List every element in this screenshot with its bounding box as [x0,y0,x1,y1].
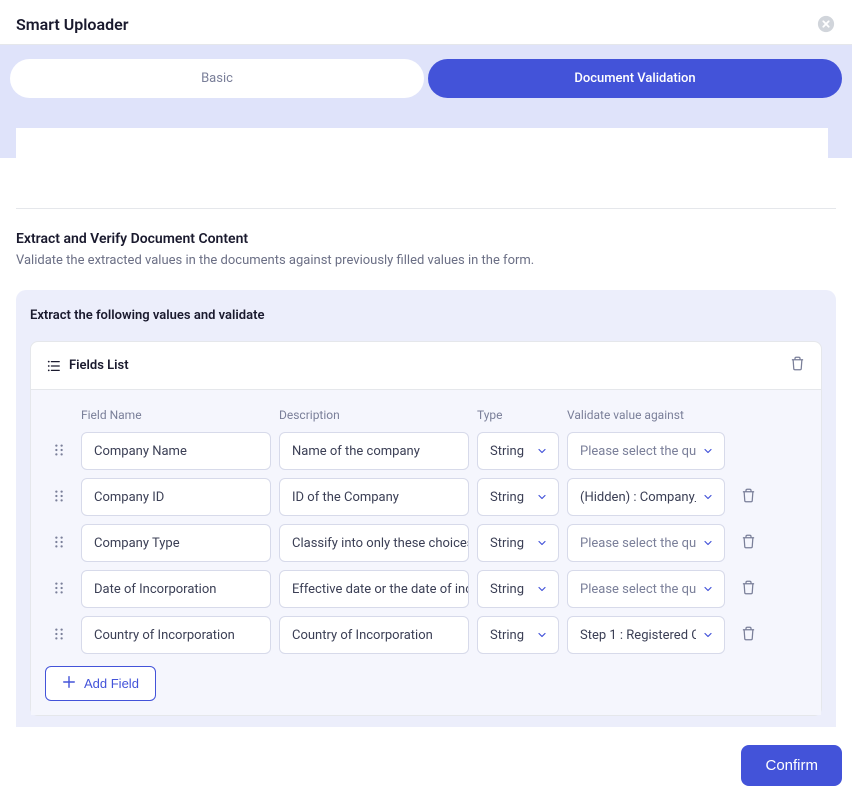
section-desc: Validate the extracted values in the doc… [16,253,836,268]
fields-card-title: Fields List [69,358,129,373]
section-title: Extract and Verify Document Content [16,231,836,247]
validate-select[interactable]: Please select the question [567,524,725,562]
validate-select[interactable]: (Hidden) : Company_ID [567,478,725,516]
drag-icon [54,488,64,507]
field-row: Country of IncorporationCountry of Incor… [45,616,807,654]
divider [16,208,836,209]
fields-card-header: Fields List [31,342,821,390]
field-name-input[interactable]: Company ID [81,478,271,516]
trash-icon [790,356,805,375]
field-name-input[interactable]: Company Type [81,524,271,562]
drag-handle[interactable] [45,580,73,599]
close-button[interactable] [816,14,836,34]
trash-icon [741,488,756,507]
field-row: Company IDID of the CompanyString(Hidden… [45,478,807,516]
add-field-button[interactable]: Add Field [45,666,156,701]
type-select[interactable]: String [477,432,559,470]
list-icon [47,359,61,373]
plus-icon [62,675,76,692]
delete-fields-card-button[interactable] [790,356,805,375]
drag-handle[interactable] [45,626,73,645]
dialog-title: Smart Uploader [16,15,128,34]
panel-title: Extract the following values and validat… [30,308,822,323]
drag-handle[interactable] [45,488,73,507]
col-type: Type [477,408,559,422]
col-field-name: Field Name [81,408,271,422]
drag-handle[interactable] [45,534,73,553]
delete-row-button[interactable] [733,534,763,553]
type-select[interactable]: String [477,524,559,562]
main-content: Extract and Verify Document Content Vali… [0,158,852,802]
validate-select[interactable]: Step 1 : Registered Country [567,616,725,654]
description-input[interactable]: Classify into only these choices [279,524,469,562]
type-select[interactable]: String [477,478,559,516]
field-name-input[interactable]: Country of Incorporation [81,616,271,654]
drag-icon [54,626,64,645]
col-validate: Validate value against [567,408,725,422]
tab-bar: Basic Document Validation [0,45,852,158]
trash-icon [741,534,756,553]
tabs: Basic Document Validation [10,59,842,98]
add-field-label: Add Field [84,676,139,691]
delete-row-button[interactable] [733,626,763,645]
trash-icon [741,580,756,599]
drag-icon [54,534,64,553]
description-input[interactable]: Country of Incorporation [279,616,469,654]
fields-card-header-left: Fields List [47,358,790,373]
type-select[interactable]: String [477,616,559,654]
delete-row-button[interactable] [733,488,763,507]
fields-card-body: Field Name Description Type Validate val… [31,390,821,715]
close-icon [817,15,835,33]
field-row: Company TypeClassify into only these cho… [45,524,807,562]
dialog-header: Smart Uploader [0,0,852,45]
drag-icon [54,580,64,599]
description-input[interactable]: Effective date or the date of incorporat… [279,570,469,608]
grid-header: Field Name Description Type Validate val… [45,404,807,432]
description-input[interactable]: ID of the Company [279,478,469,516]
type-select[interactable]: String [477,570,559,608]
drag-handle[interactable] [45,442,73,461]
confirm-button[interactable]: Confirm [741,745,842,786]
dialog-footer: Confirm [0,727,852,804]
rows-container: Company NameName of the companyStringPle… [45,432,807,654]
tab-basic[interactable]: Basic [10,59,424,98]
drag-icon [54,442,64,461]
field-name-input[interactable]: Company Name [81,432,271,470]
extract-panel: Extract the following values and validat… [16,290,836,802]
validate-select[interactable]: Please select the question [567,570,725,608]
col-description: Description [279,408,469,422]
description-input[interactable]: Name of the company [279,432,469,470]
tab-document-validation[interactable]: Document Validation [428,59,842,98]
field-name-input[interactable]: Date of Incorporation [81,570,271,608]
validate-select[interactable]: Please select the question [567,432,725,470]
delete-row-button[interactable] [733,580,763,599]
fields-card: Fields List Field Name Description Type [30,341,822,716]
trash-icon [741,626,756,645]
field-row: Date of IncorporationEffective date or t… [45,570,807,608]
field-row: Company NameName of the companyStringPle… [45,432,807,470]
content-strip [16,128,828,172]
